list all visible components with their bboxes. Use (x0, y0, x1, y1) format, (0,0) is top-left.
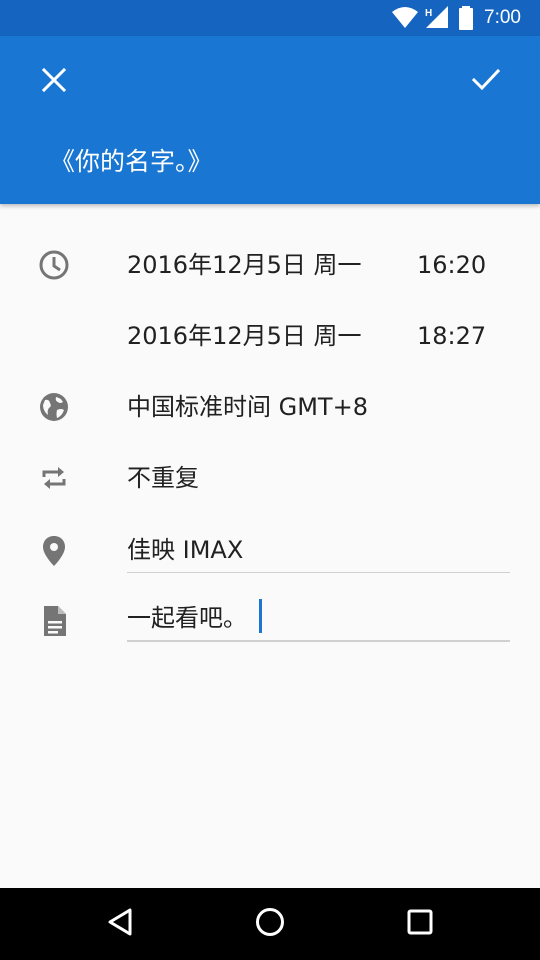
save-button[interactable] (462, 58, 510, 106)
back-icon (107, 907, 133, 941)
note-field[interactable]: 一起看吧。 (127, 599, 510, 642)
recents-button[interactable] (396, 900, 444, 948)
signal-icon: H (422, 6, 452, 30)
location-field[interactable]: 佳映 IMAX (127, 532, 510, 573)
end-time[interactable]: 18:27 (417, 318, 486, 354)
location-value: 佳映 IMAX (127, 536, 244, 564)
app-bar: 《你的名字。》 (0, 36, 540, 204)
check-icon (471, 68, 501, 96)
home-button[interactable] (246, 900, 294, 948)
home-icon (255, 907, 285, 941)
globe-icon (36, 389, 72, 425)
note-value-wrap: 一起看吧。 (127, 599, 262, 636)
text-cursor (259, 599, 262, 633)
note-value: 一起看吧。 (127, 604, 247, 632)
close-icon (41, 67, 67, 96)
end-date[interactable]: 2016年12月5日 周一 (127, 318, 362, 354)
repeat-icon (36, 460, 72, 496)
event-title[interactable]: 《你的名字。》 (50, 142, 213, 182)
back-button[interactable] (96, 900, 144, 948)
status-time: 7:00 (484, 7, 521, 28)
status-bar: H 7:00 (0, 0, 540, 36)
document-icon (36, 603, 72, 639)
location-pin-icon (36, 533, 72, 569)
battery-icon (458, 6, 474, 30)
start-date[interactable]: 2016年12月5日 周一 (127, 247, 362, 283)
start-time[interactable]: 16:20 (417, 247, 486, 283)
close-button[interactable] (30, 58, 78, 106)
wifi-icon (390, 6, 420, 30)
navigation-bar (0, 888, 540, 960)
recents-icon (407, 909, 433, 939)
clock-icon (36, 247, 72, 283)
network-type-label: H (425, 8, 432, 19)
timezone-value[interactable]: 中国标准时间 GMT+8 (127, 389, 368, 425)
repeat-value[interactable]: 不重复 (127, 460, 199, 496)
